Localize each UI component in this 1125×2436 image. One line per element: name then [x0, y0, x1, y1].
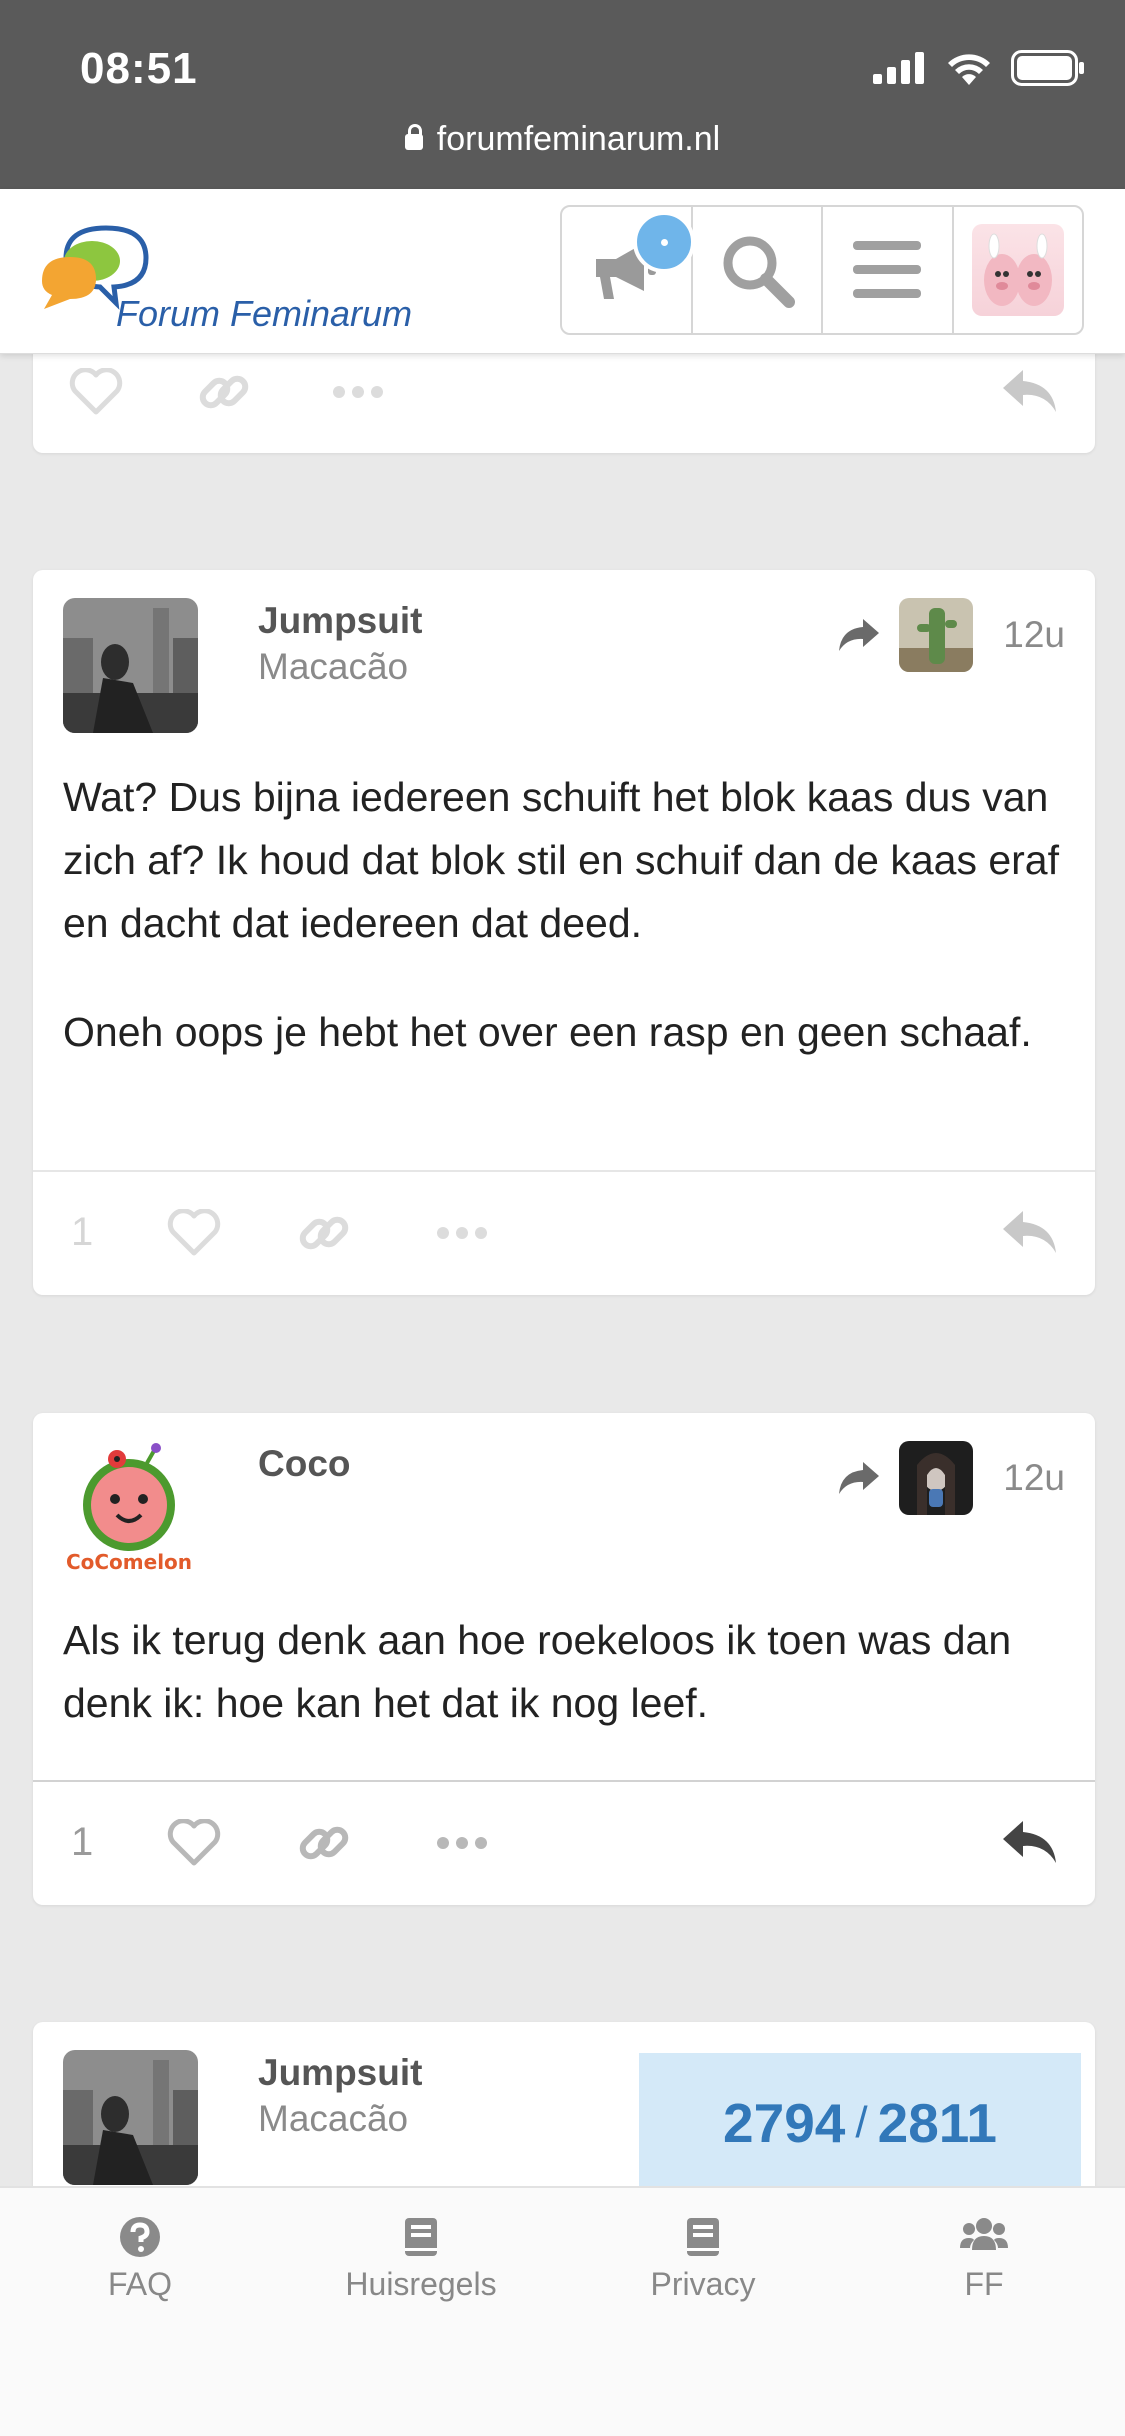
users-icon: [960, 2218, 1008, 2250]
post-paragraph: Oneh oops je hebt het over een rasp en g…: [63, 1009, 1032, 1055]
heart-icon: [69, 367, 123, 414]
post-body: Als ik terug denk aan hoe roekeloos ik t…: [63, 1609, 1065, 1781]
nav-faq[interactable]: FAQ: [20, 2216, 260, 2303]
nav-label: FAQ: [107, 2266, 172, 2302]
more-icon: [333, 385, 383, 398]
reply-to-avatar: [899, 598, 974, 672]
wifi-icon: [948, 54, 990, 85]
reply-icon: [1003, 369, 1056, 412]
url-text: forumfeminarum.nl: [436, 120, 721, 158]
like-button[interactable]: [167, 1818, 221, 1867]
logo-text: Forum Feminarum: [116, 293, 413, 334]
author-avatar[interactable]: [63, 2050, 198, 2185]
post-paragraph: Als ik terug denk aan hoe roekeloos ik t…: [63, 1617, 1012, 1726]
share-arrow-icon: [839, 619, 880, 651]
progress-separator: /: [855, 2098, 868, 2147]
lock-icon: [404, 124, 423, 150]
like-count[interactable]: 1: [71, 1210, 93, 1255]
author-avatar[interactable]: CoComelon: [63, 1441, 198, 1576]
notifications-button[interactable]: [562, 207, 695, 333]
heart-icon: [167, 1208, 221, 1255]
status-icons: [873, 48, 1085, 88]
author-title: Macacão: [258, 646, 409, 687]
reply-icon: [1003, 1210, 1056, 1253]
search-button[interactable]: [693, 207, 823, 333]
reply-button[interactable]: [1001, 1209, 1059, 1257]
notification-badge: [632, 211, 695, 273]
status-time: 08:51: [80, 44, 198, 93]
status-bar: 08:51 forumfeminarum.nl: [0, 0, 1125, 189]
heart-icon: [167, 1818, 221, 1865]
progress-current: 2794: [723, 2092, 846, 2154]
nav-ff[interactable]: FF: [864, 2216, 1104, 2303]
nav-label: FF: [964, 2266, 1004, 2302]
user-menu-button[interactable]: [954, 207, 1083, 333]
address-bar[interactable]: forumfeminarum.nl: [0, 120, 1125, 159]
bottom-nav: FAQ Huisregels Privacy FF: [0, 2186, 1125, 2436]
more-options-button[interactable]: [331, 384, 385, 400]
link-icon: [199, 375, 249, 408]
like-count[interactable]: 1: [71, 1820, 93, 1865]
post-age[interactable]: 12u: [1003, 614, 1065, 656]
progress-total: 2811: [877, 2092, 997, 2154]
header-buttons: [560, 205, 1084, 335]
book-icon: [687, 2218, 719, 2256]
reply-to-avatar: [899, 1441, 974, 1515]
user-avatar: [971, 224, 1064, 316]
like-button[interactable]: [167, 1208, 221, 1257]
signal-icon: [873, 52, 924, 84]
post-actions: 1: [33, 1780, 1095, 1903]
author-title: Macacão: [258, 2098, 409, 2139]
more-icon: [437, 1226, 487, 1239]
author-avatar[interactable]: [63, 598, 198, 733]
nav-label: Huisregels: [345, 2266, 497, 2302]
more-options-button[interactable]: [435, 1225, 489, 1241]
link-icon: [299, 1826, 349, 1859]
menu-button[interactable]: [823, 207, 954, 333]
copy-link-button[interactable]: [297, 1206, 351, 1260]
post-paragraph: Wat? Dus bijna iedereen schuift het blok…: [63, 774, 1059, 946]
reply-button[interactable]: [1001, 368, 1059, 416]
copy-link-button[interactable]: [197, 365, 251, 419]
book-icon: [405, 2218, 437, 2256]
more-icon: [437, 1836, 487, 1849]
post-card: Jumpsuit Macacão 12u Wat? Dus bijna iede…: [33, 570, 1095, 1295]
nav-privacy[interactable]: Privacy: [583, 2216, 823, 2303]
site-logo[interactable]: Forum Feminarum: [36, 213, 436, 334]
search-icon: [723, 236, 795, 308]
post-body: Wat? Dus bijna iedereen schuift het blok…: [63, 766, 1065, 1110]
author-name[interactable]: Coco: [258, 1443, 351, 1485]
topic-progress[interactable]: 2794 / 2811: [639, 2053, 1081, 2193]
svg-text:CoComelon: CoComelon: [66, 1550, 192, 1574]
nav-huisregels[interactable]: Huisregels: [301, 2216, 541, 2303]
nav-label: Privacy: [650, 2266, 756, 2302]
post-card: CoComelon Coco 12u Als ik terug denk aan…: [33, 1413, 1095, 1905]
post-actions: 1: [33, 1170, 1095, 1293]
author-name[interactable]: Jumpsuit: [258, 2052, 422, 2094]
hamburger-icon: [853, 241, 922, 298]
reply-to-info[interactable]: 12u: [837, 598, 1065, 672]
link-icon: [299, 1216, 349, 1249]
site-header: Forum Feminarum: [0, 189, 1125, 354]
question-icon: [120, 2217, 160, 2257]
like-button[interactable]: [69, 367, 123, 416]
reply-to-info[interactable]: 12u: [837, 1441, 1065, 1515]
battery-icon: [1011, 50, 1084, 86]
author-name[interactable]: Jumpsuit: [258, 600, 422, 642]
more-options-button[interactable]: [435, 1835, 489, 1851]
post-age[interactable]: 12u: [1003, 1457, 1065, 1499]
reply-icon: [1003, 1820, 1056, 1863]
copy-link-button[interactable]: [297, 1816, 351, 1870]
share-arrow-icon: [839, 1462, 880, 1494]
reply-button[interactable]: [1001, 1819, 1059, 1867]
